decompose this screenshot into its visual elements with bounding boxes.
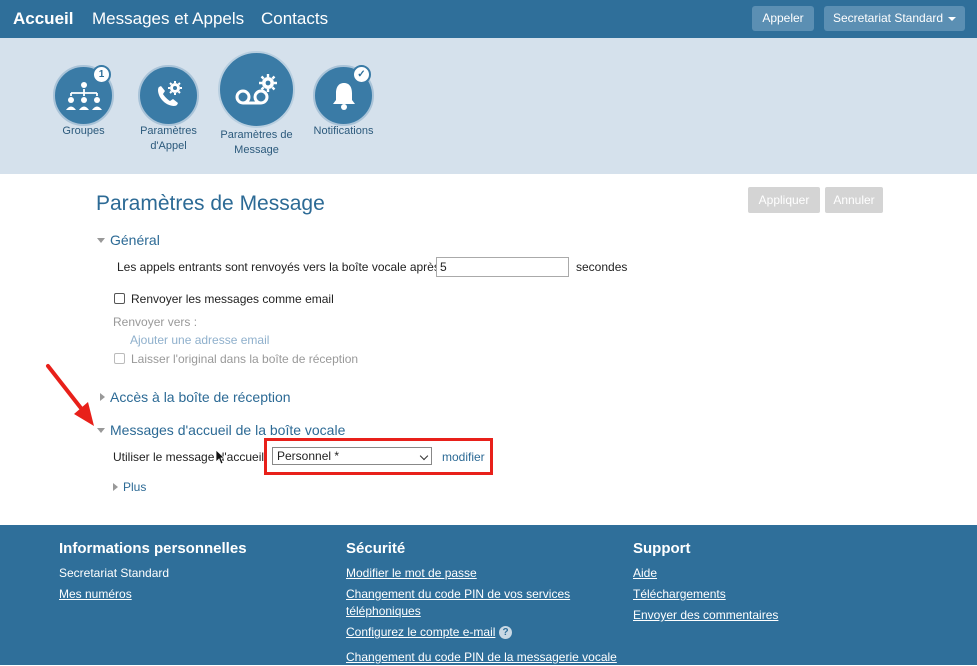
section-general-title[interactable]: Général	[110, 232, 160, 248]
modify-greeting-link[interactable]: modifier	[442, 450, 485, 464]
help-link[interactable]: Aide	[633, 565, 657, 582]
call-settings-button[interactable]	[138, 65, 199, 126]
add-email-link[interactable]: Ajouter une adresse email	[130, 333, 269, 347]
seconds-label: secondes	[576, 260, 628, 274]
message-settings-button[interactable]	[218, 51, 295, 128]
section-greetings-title[interactable]: Messages d'accueil de la boîte vocale	[110, 422, 345, 438]
annotation-arrow-icon	[46, 364, 94, 426]
change-pin-voicemail-link[interactable]: Changement du code PIN de la messagerie …	[346, 649, 617, 666]
page-title: Paramètres de Message	[96, 192, 325, 215]
configure-email-link[interactable]: Configurez le compte e-mail	[346, 624, 495, 641]
chevron-down-icon	[419, 451, 429, 461]
call-button-label: Appeler	[762, 11, 804, 25]
footer-personal-title: Informations personnelles	[59, 540, 247, 557]
section-inbox-access-title[interactable]: Accès à la boîte de réception	[110, 389, 291, 405]
call-settings-label: Paramètres d'Appel	[140, 125, 197, 152]
group-icon	[65, 81, 102, 110]
mouse-cursor-icon	[215, 449, 225, 465]
voicemail-gear-icon	[235, 73, 277, 104]
settings-icon-band: 1 Groupes Paramètres d'Appel Paramètres …	[0, 38, 977, 174]
message-settings-label: Paramètres de Message	[220, 129, 293, 156]
email-forward-checkbox[interactable]	[114, 293, 125, 304]
footer-support-title: Support	[633, 540, 691, 557]
more-link[interactable]: Plus	[123, 480, 146, 494]
account-dropdown[interactable]: Secretariat Standard	[824, 6, 965, 31]
help-icon[interactable]: ?	[499, 626, 512, 639]
downloads-link[interactable]: Téléchargements	[633, 586, 726, 603]
footer: Informations personnelles Secretariat St…	[0, 525, 977, 665]
nav-home[interactable]: Accueil	[13, 9, 73, 29]
cancel-label: Annuler	[833, 193, 875, 207]
feedback-link[interactable]: Envoyer des commentaires	[633, 607, 778, 624]
footer-security-title: Sécurité	[346, 540, 406, 557]
bell-icon	[332, 82, 355, 110]
apply-button[interactable]: Appliquer	[748, 187, 820, 213]
keep-original-checkbox[interactable]	[114, 353, 125, 364]
expand-triangle-icon[interactable]	[113, 483, 118, 491]
footer-user-name: Secretariat Standard	[59, 566, 170, 580]
cancel-button[interactable]: Annuler	[825, 187, 883, 213]
groups-badge: 1	[92, 65, 111, 84]
my-numbers-link[interactable]: Mes numéros	[59, 586, 132, 603]
nav-messages-calls[interactable]: Messages et Appels	[92, 9, 244, 29]
greeting-select[interactable]: Personnel *	[272, 447, 432, 465]
caret-down-icon	[948, 16, 957, 21]
account-name: Secretariat Standard	[832, 11, 944, 25]
greeting-select-value: Personnel *	[277, 449, 340, 463]
check-badge-icon: ✓	[352, 65, 371, 84]
call-button[interactable]: Appeler	[752, 6, 814, 31]
top-navigation-bar: Accueil Messages et Appels Contacts Appe…	[0, 0, 977, 38]
forward-delay-label: Les appels entrants sont renvoyés vers l…	[117, 260, 440, 274]
collapse-triangle-icon[interactable]	[97, 238, 105, 243]
notifications-label: Notifications	[313, 125, 374, 137]
change-password-link[interactable]: Modifier le mot de passe	[346, 565, 477, 582]
groups-label: Groupes	[62, 125, 105, 137]
greeting-select-label: Utiliser le message d'accueil	[113, 450, 265, 464]
forward-delay-input[interactable]	[436, 257, 569, 277]
keep-original-label: Laisser l'original dans la boîte de réce…	[131, 352, 359, 366]
nav-contacts[interactable]: Contacts	[261, 9, 328, 29]
apply-label: Appliquer	[758, 193, 810, 207]
expand-triangle-icon[interactable]	[100, 393, 105, 401]
forward-to-label: Renvoyer vers :	[113, 315, 198, 329]
phone-gear-icon	[157, 80, 182, 106]
email-forward-label: Renvoyer les messages comme email	[131, 292, 334, 306]
change-pin-services-link[interactable]: Changement du code PIN de vos services t…	[346, 586, 586, 620]
